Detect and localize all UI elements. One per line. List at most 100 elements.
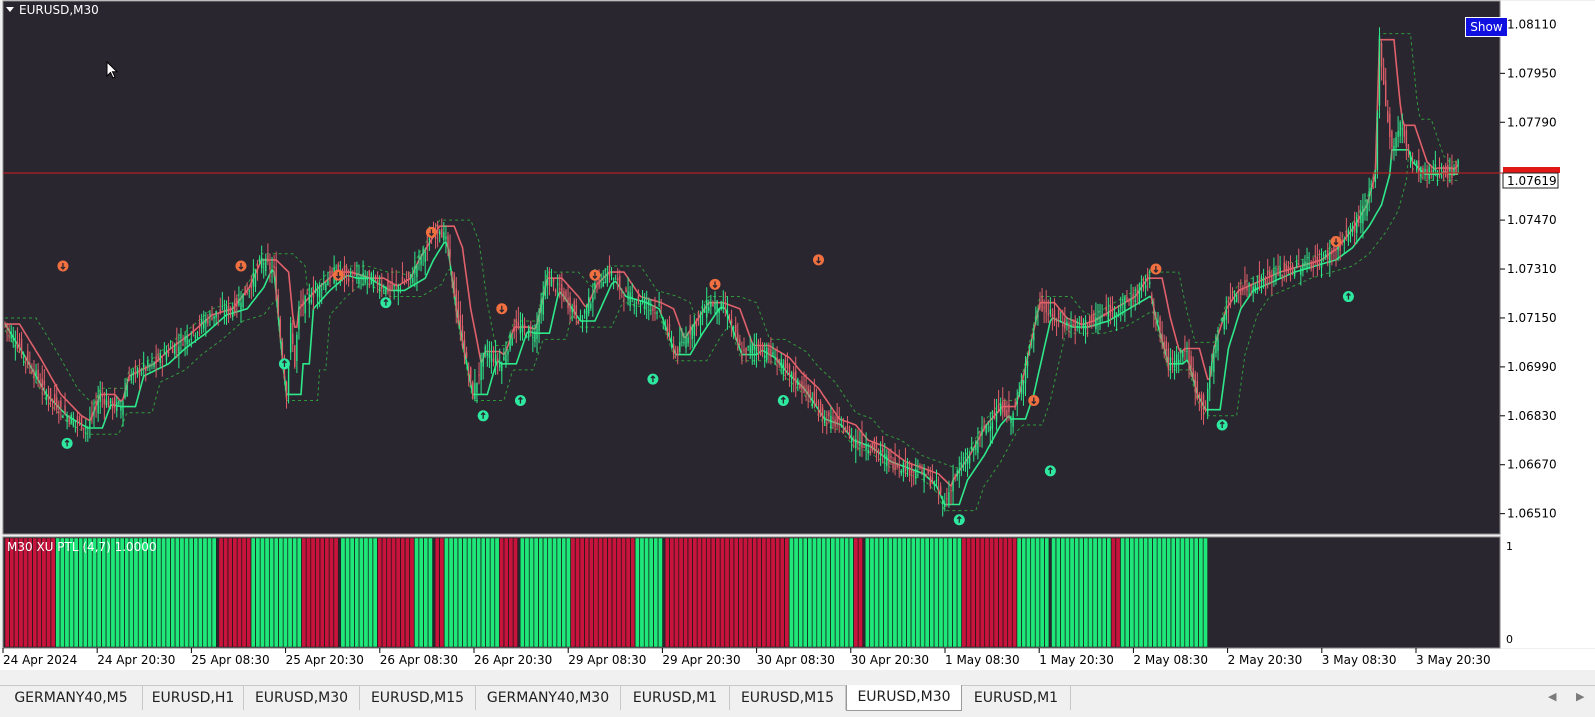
candle-body: [1285, 265, 1288, 272]
indicator-bar: [1161, 537, 1167, 648]
candle-body: [1411, 161, 1414, 163]
indicator-bar: [315, 537, 321, 648]
candle-body: [472, 381, 474, 399]
candle-body: [1457, 160, 1459, 166]
indicator-bar: [232, 537, 238, 648]
candle-body: [412, 278, 414, 283]
show-button[interactable]: Show: [1465, 17, 1508, 37]
candle-body: [1291, 264, 1294, 273]
candle-body: [1103, 313, 1105, 315]
candle-body: [1211, 361, 1213, 371]
indicator-bar: [1115, 537, 1121, 648]
indicator-bar: [467, 537, 472, 648]
indicator-bar: [887, 537, 893, 648]
candle-body: [298, 306, 300, 330]
indicator-bar: [128, 537, 134, 648]
candle-body: [960, 463, 963, 468]
candle-body: [722, 302, 724, 308]
indicator-bar: [193, 537, 199, 648]
tab-scroll-left-icon[interactable]: ◀: [1548, 690, 1556, 703]
candle-body: [457, 301, 460, 322]
candle-body: [381, 283, 383, 289]
candle-body: [1298, 263, 1300, 265]
candle-body: [387, 279, 389, 293]
candle-body: [838, 416, 840, 419]
tab-eurusd-m1[interactable]: EURUSD,M1: [621, 686, 730, 710]
candle-body: [1312, 262, 1314, 268]
candle-body: [666, 327, 669, 334]
indicator-bar: [283, 537, 288, 648]
indicator-bar: [830, 537, 836, 648]
indicator-bar: [59, 537, 65, 648]
candle-body: [1413, 161, 1416, 163]
price-label: 1.07150: [1507, 311, 1557, 325]
candle-body: [548, 272, 551, 286]
indicator-bar: [1039, 537, 1045, 648]
candle-body: [946, 498, 948, 500]
candle-body: [256, 268, 259, 270]
candle-body: [614, 278, 617, 280]
indicator-bar: [706, 537, 712, 648]
candle-body: [368, 270, 371, 276]
candle-body: [774, 362, 776, 365]
candle-body: [1051, 313, 1054, 317]
candle-body: [1368, 191, 1370, 197]
candle-body: [1353, 221, 1356, 232]
tab-eurusd-m15-2[interactable]: EURUSD,M15: [730, 686, 846, 710]
main-chart-panel[interactable]: [2, 0, 1501, 535]
time-label: 26 Apr 08:30: [380, 653, 458, 667]
indicator-bar: [161, 537, 166, 648]
chart-area[interactable]: 1.07619 1.08110 1.07950 1.07790 1.07470 1.07…: [0, 0, 1595, 685]
indicator-bar: [720, 537, 725, 648]
candle-body: [993, 410, 996, 419]
candle-body: [751, 343, 753, 354]
candle-body: [314, 290, 317, 293]
candle-body: [109, 398, 112, 404]
candle-body: [1142, 278, 1145, 280]
tab-eurusd-m30[interactable]: EURUSD,M30: [244, 686, 360, 710]
candle-body: [476, 382, 478, 393]
candle-body: [681, 341, 683, 343]
tab-eurusd-m15[interactable]: EURUSD,M15: [360, 686, 476, 710]
candle-body: [1397, 130, 1399, 137]
tab-eurusd-h1[interactable]: EURUSD,H1: [143, 686, 244, 710]
candle-body: [1002, 401, 1004, 413]
candle-body: [1227, 311, 1230, 313]
tab-germany40-m30[interactable]: GERMANY40,M30: [476, 686, 621, 710]
candle-body: [1347, 229, 1350, 242]
indicator-bar: [462, 537, 468, 648]
indicator-bar: [747, 537, 753, 648]
candle-body: [536, 323, 538, 339]
candle-body: [546, 278, 549, 285]
indicator-bar: [4, 537, 10, 648]
tab-eurusd-m1-2[interactable]: EURUSD,M1: [962, 686, 1071, 710]
candle-body: [550, 279, 553, 287]
indicator-bar: [802, 537, 808, 648]
candle-body: [1225, 308, 1227, 320]
candle-body: [352, 280, 354, 282]
candle-body: [296, 334, 298, 361]
candle-body: [540, 299, 542, 313]
candle-body: [648, 299, 650, 306]
indicator-bar: [920, 537, 925, 648]
candle-body: [1250, 284, 1252, 287]
indicator-bar: [414, 537, 419, 648]
candle-body: [424, 251, 426, 262]
indicator-bar: [1198, 537, 1204, 648]
candle-body: [1018, 391, 1020, 397]
tab-germany40-m5[interactable]: GERMANY40,M5: [0, 686, 143, 710]
candle-body: [544, 283, 546, 296]
candle-body: [277, 294, 279, 316]
candle-body: [1144, 285, 1147, 289]
candle-body: [701, 307, 704, 314]
candle-body: [1161, 333, 1163, 342]
tab-scroll-right-icon[interactable]: ▶: [1576, 690, 1584, 703]
candle-body: [1451, 166, 1453, 178]
candle-body: [979, 431, 981, 433]
candle-body: [749, 345, 751, 353]
candle-body: [712, 303, 714, 307]
indicator-bar: [124, 537, 130, 648]
tab-eurusd-m30-active[interactable]: EURUSD,M30: [846, 685, 962, 711]
candle-body: [1316, 256, 1319, 266]
candle-body: [78, 419, 81, 421]
